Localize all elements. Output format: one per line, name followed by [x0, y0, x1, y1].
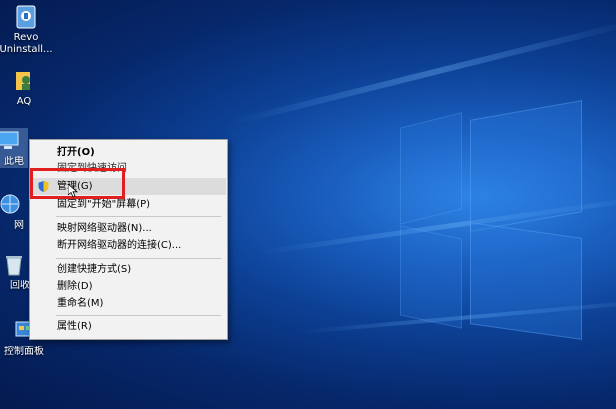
menu-separator [56, 216, 221, 217]
desktop-icon-label: Uninstall... [0, 44, 53, 55]
desktop-icon-this-pc[interactable]: 此电 [0, 128, 28, 168]
menu-item-rename[interactable]: 重命名(M) [31, 295, 226, 312]
desktop-icon-label: AQ [16, 96, 32, 107]
menu-separator [56, 258, 221, 259]
user-folder-icon [10, 68, 38, 94]
menu-item-delete[interactable]: 删除(D) [31, 278, 226, 295]
menu-item-map-network-drive[interactable]: 映射网络驱动器(N)... [31, 220, 226, 237]
revo-uninstaller-icon [12, 4, 40, 30]
network-icon [0, 192, 22, 218]
desktop-icon-aq[interactable]: AQ [0, 68, 54, 108]
menu-item-disconnect-network-drive[interactable]: 断开网络驱动器的连接(C)... [31, 237, 226, 254]
desktop-icon-label: Revo [13, 32, 39, 43]
mouse-cursor-icon [67, 183, 79, 198]
desktop-icon-label: 此电 [4, 156, 24, 167]
menu-item-create-shortcut[interactable]: 创建快捷方式(S) [31, 261, 226, 278]
menu-item-properties[interactable]: 属性(R) [31, 318, 226, 335]
menu-item-open[interactable]: 打开(O) [31, 144, 226, 161]
menu-separator [56, 315, 221, 316]
recycle-bin-icon [0, 252, 26, 278]
desktop-icon-label: 控制面板 [4, 346, 44, 357]
desktop-icon-label: 网 [14, 220, 24, 231]
computer-icon [0, 128, 22, 154]
desktop-icon-network[interactable]: 网 [0, 192, 30, 232]
desktop-icon-revo[interactable]: Revo Uninstall... [0, 4, 56, 56]
